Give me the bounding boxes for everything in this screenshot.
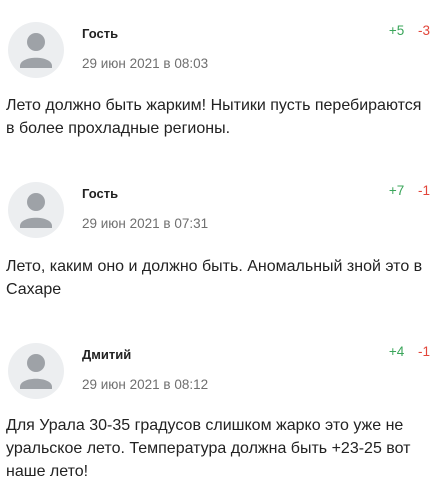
comment-votes: +7 -1 (389, 183, 430, 198)
comment-author[interactable]: Дмитий (82, 347, 131, 362)
user-silhouette-icon (20, 354, 52, 389)
comment-votes: +4 -1 (389, 344, 430, 359)
user-silhouette-icon (20, 193, 52, 228)
comment-date: 29 июн 2021 в 08:12 (82, 377, 209, 392)
comment-item: Дмитий 29 июн 2021 в 08:12 +4 -1 Для Ура… (0, 321, 437, 491)
dislikes-count[interactable]: -1 (418, 183, 430, 198)
comment-item: Гость 29 июн 2021 в 08:03 +5 -3 Лето дол… (0, 0, 437, 150)
comment-text: Лето, каким оно и должно быть. Аномальны… (6, 258, 423, 298)
likes-count[interactable]: +7 (389, 183, 404, 198)
comment-text: Лето должно быть жарким! Нытики пусть пе… (6, 97, 422, 137)
comment-text: Для Урала 30-35 градусов слишком жарко э… (6, 417, 411, 480)
comment-votes: +5 -3 (389, 23, 430, 38)
dislikes-count[interactable]: -1 (418, 344, 430, 359)
avatar[interactable] (8, 343, 64, 399)
comments-list: Гость 29 июн 2021 в 08:03 +5 -3 Лето дол… (0, 0, 437, 491)
dislikes-count[interactable]: -3 (418, 23, 430, 38)
comment-item: Гость 29 июн 2021 в 07:31 +7 -1 Лето, ка… (0, 160, 437, 310)
comment-date: 29 июн 2021 в 07:31 (82, 216, 209, 231)
comment-author[interactable]: Гость (82, 186, 118, 201)
likes-count[interactable]: +4 (389, 344, 404, 359)
user-silhouette-icon (20, 33, 52, 68)
avatar[interactable] (8, 182, 64, 238)
comment-author[interactable]: Гость (82, 26, 118, 41)
avatar[interactable] (8, 22, 64, 78)
likes-count[interactable]: +5 (389, 23, 404, 38)
comment-date: 29 июн 2021 в 08:03 (82, 56, 209, 71)
